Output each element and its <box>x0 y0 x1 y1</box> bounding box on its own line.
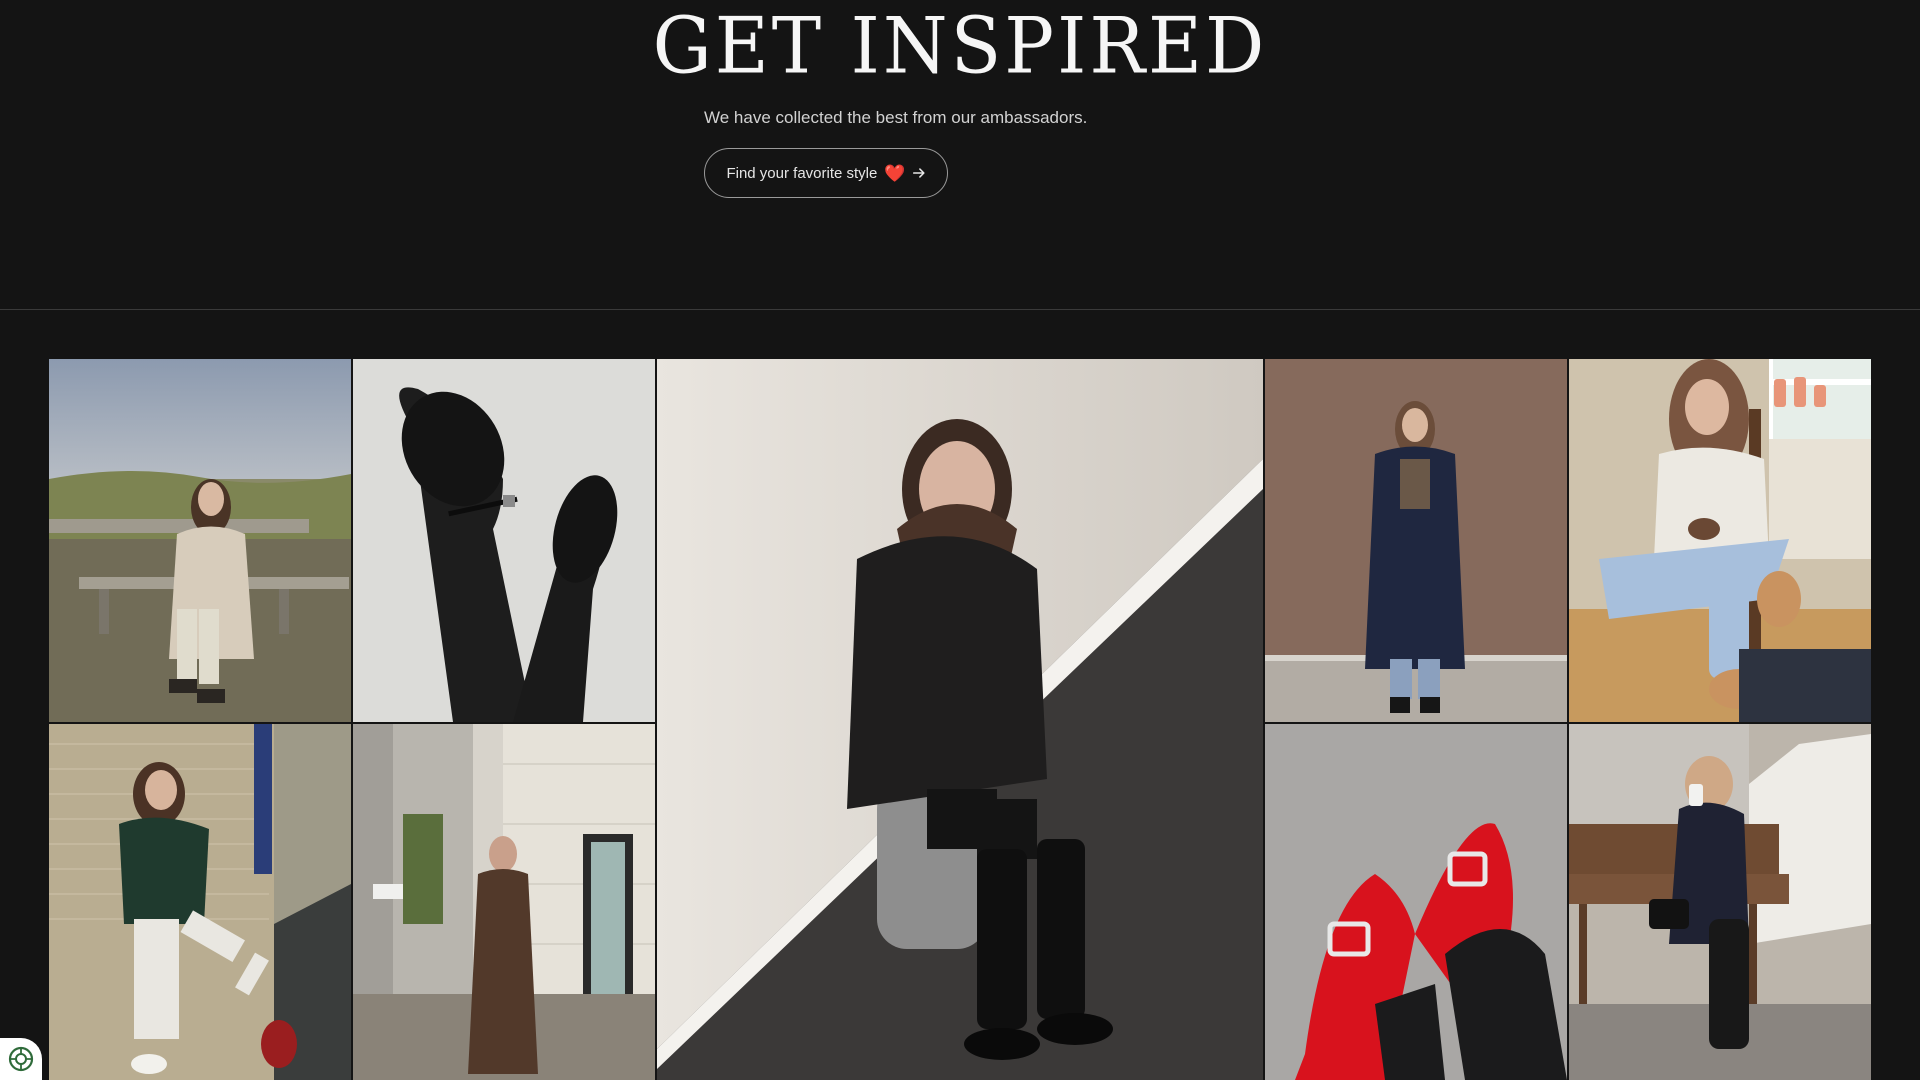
photo-image <box>1569 724 1871 1080</box>
gallery-photo-black-mary-jane-shoes[interactable] <box>353 359 655 722</box>
gallery-photo-woman-bench-coffee-cup[interactable] <box>1569 724 1871 1080</box>
photo-image <box>49 359 351 722</box>
find-style-button[interactable]: Find your favorite style ❤️ <box>704 148 948 198</box>
gallery-photo-woman-knit-coffee[interactable] <box>1569 359 1871 722</box>
photo-image <box>1569 359 1871 722</box>
inspiration-gallery <box>49 359 1871 1080</box>
gallery-photo-woman-green-sweater-wall[interactable] <box>49 724 351 1080</box>
gallery-photo-woman-bench-coast[interactable] <box>49 359 351 722</box>
page: GET INSPIRED We have collected the best … <box>0 0 1920 1080</box>
section-divider <box>0 309 1920 310</box>
find-style-button-label: Find your favorite style <box>726 164 878 182</box>
photo-image <box>657 359 1263 1080</box>
page-title: GET INSPIRED <box>652 0 1268 92</box>
photo-image <box>1265 724 1567 1080</box>
photo-image <box>353 724 655 1080</box>
gallery-photo-red-buckle-flats[interactable] <box>1265 724 1567 1080</box>
heart-icon: ❤️ <box>884 163 906 183</box>
cookie-settings-icon <box>8 1046 34 1072</box>
gallery-photo-woman-black-boots-sitting[interactable] <box>657 359 1263 1080</box>
hero-subtitle: We have collected the best from our amba… <box>704 108 1088 127</box>
photo-image <box>49 724 351 1080</box>
cookie-settings-button[interactable] <box>0 1038 42 1080</box>
hero-section: GET INSPIRED We have collected the best … <box>0 0 1920 310</box>
arrow-right-icon <box>912 168 925 178</box>
photo-image <box>353 359 655 722</box>
gallery-photo-woman-navy-coat[interactable] <box>1265 359 1567 722</box>
photo-image <box>1265 359 1567 722</box>
gallery-photo-woman-brown-trench[interactable] <box>353 724 655 1080</box>
